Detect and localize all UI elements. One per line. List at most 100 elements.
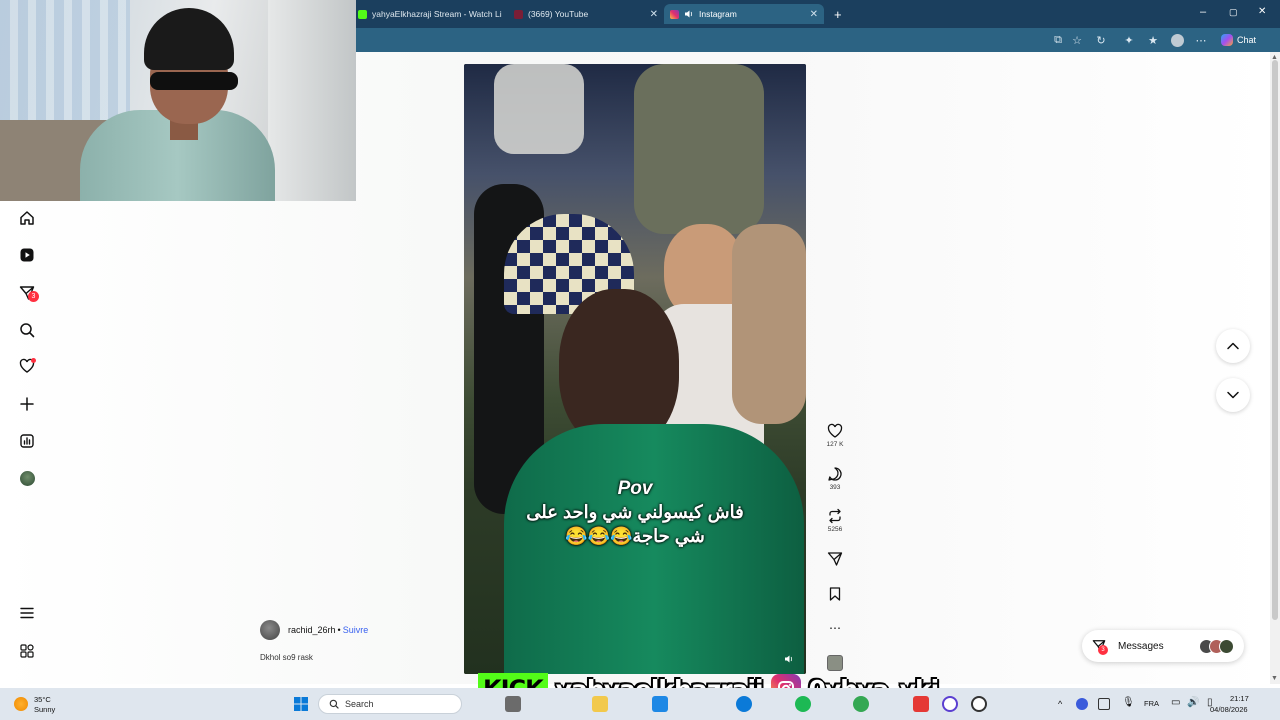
favorites-icon[interactable]: ★: [1145, 32, 1161, 48]
like-button[interactable]: 127 K: [824, 423, 846, 448]
sidebar-item-profile[interactable]: [18, 469, 36, 487]
crowd-shape: [732, 224, 806, 424]
apps-icon: [20, 644, 34, 658]
reel-video[interactable]: Pov فاش كيسولني شي واحد على شي حاجة😂😂😂: [464, 64, 806, 674]
tray-app-icon[interactable]: [1076, 698, 1088, 710]
weather-sun-icon[interactable]: [14, 697, 28, 711]
spotify-icon[interactable]: [795, 696, 811, 712]
page-scrollbar[interactable]: ▲ ▼: [1270, 52, 1280, 684]
folder-icon[interactable]: [592, 696, 608, 712]
microphone-icon[interactable]: 🎙: [1122, 697, 1135, 708]
audio-thumbnail[interactable]: [824, 655, 846, 671]
home-icon: [20, 211, 34, 225]
streamer-beanie: [144, 8, 234, 70]
refresh-icon[interactable]: ↻: [1093, 32, 1109, 48]
sidebar-item-more[interactable]: [18, 604, 36, 622]
new-tab-button[interactable]: +: [828, 4, 848, 24]
clock-time[interactable]: 21:17: [1230, 694, 1249, 703]
profile-avatar: [19, 470, 35, 486]
save-button[interactable]: [824, 586, 846, 602]
comment-button[interactable]: 393: [824, 466, 846, 491]
favorite-star-icon[interactable]: ☆: [1069, 32, 1085, 48]
file-explorer-icon[interactable]: [505, 696, 521, 712]
more-options-button[interactable]: ⋯: [824, 620, 846, 636]
sidebar-item-notifications[interactable]: [18, 357, 36, 375]
chrome-icon[interactable]: [853, 696, 869, 712]
menu-icon: [20, 607, 34, 619]
volume-icon[interactable]: 🔊: [1187, 697, 1199, 708]
taskbar-search-placeholder: Search: [345, 699, 374, 709]
reel-overlay-line1: فاش كيسولني شي واحد على: [526, 502, 744, 522]
crowd-shape: [634, 64, 764, 234]
taskbar-search[interactable]: Search: [318, 694, 462, 714]
follow-button[interactable]: Suivre: [343, 625, 369, 635]
search-icon: [20, 323, 35, 338]
profile-avatar-icon[interactable]: [1169, 32, 1185, 48]
streamer-sunglasses: [150, 72, 238, 90]
instagram-favicon-icon: [670, 9, 679, 19]
weather-temperature[interactable]: 35°C: [34, 695, 51, 704]
close-tab-icon[interactable]: ✕: [810, 9, 818, 20]
messages-badge: 3: [28, 291, 39, 302]
chevron-down-icon: [1227, 391, 1239, 399]
sidebar-item-messages[interactable]: 3: [18, 284, 39, 302]
network-icon[interactable]: ▭: [1171, 697, 1180, 708]
green-robe: [504, 424, 804, 674]
repost-icon: [829, 508, 841, 524]
next-reel-button[interactable]: [1216, 378, 1250, 412]
minimize-button[interactable]: –: [1200, 6, 1206, 18]
more-dots-icon: ⋯: [829, 621, 841, 635]
sidebar-item-reels[interactable]: [18, 246, 36, 264]
door-background: [268, 0, 356, 201]
sidebar-item-search[interactable]: [18, 321, 36, 339]
tab-instagram[interactable]: Instagram ✕: [664, 4, 824, 24]
weather-description[interactable]: Sunny: [34, 705, 55, 714]
app-icon[interactable]: [913, 696, 929, 712]
messages-pill-badge: 3: [1098, 645, 1108, 655]
message-avatars: [1198, 638, 1234, 654]
like-count: 127 K: [826, 441, 844, 448]
scroll-down-arrow-icon[interactable]: ▼: [1271, 675, 1278, 682]
open-in-app-icon[interactable]: ⧉: [1050, 32, 1066, 48]
reels-icon: [20, 248, 34, 262]
windows-start-icon[interactable]: [293, 696, 309, 712]
tray-app-icon[interactable]: [1098, 698, 1110, 710]
post-author: rachid_26rh • Suivre: [260, 620, 368, 640]
close-window-button[interactable]: ✕: [1258, 6, 1266, 17]
scrollbar-thumb[interactable]: [1272, 60, 1278, 620]
app-icon[interactable]: [971, 696, 987, 712]
heart-icon: [827, 423, 843, 438]
kick-favicon-icon: [358, 9, 367, 19]
more-options-icon[interactable]: ⋯: [1193, 32, 1209, 48]
sidebar-item-home[interactable]: [18, 209, 36, 227]
sidebar-item-also-from-meta[interactable]: [18, 642, 36, 660]
tab-youtube[interactable]: (3669) YouTube ✕: [508, 4, 664, 24]
extensions-icon[interactable]: ✦: [1121, 32, 1137, 48]
speaker-icon[interactable]: [684, 9, 694, 19]
tab-kick-stream[interactable]: yahyaElkhazraji Stream - Watch Li: [352, 4, 512, 24]
messages-pill[interactable]: 3 Messages: [1082, 630, 1244, 662]
previous-reel-button[interactable]: [1216, 329, 1250, 363]
volume-icon[interactable]: [784, 654, 794, 664]
sidebar-item-create[interactable]: [18, 395, 36, 413]
repost-button[interactable]: 5256: [824, 508, 846, 533]
store-icon[interactable]: [652, 696, 668, 712]
copilot-icon: [1220, 34, 1233, 46]
reel-overlay-title: Pov: [617, 478, 653, 499]
tray-chevron-icon[interactable]: ^: [1058, 699, 1062, 709]
share-button[interactable]: [824, 551, 846, 567]
sidebar-item-dashboard[interactable]: [18, 432, 36, 450]
edge-icon[interactable]: [736, 696, 752, 712]
post-caption: Dkhol so9 rask: [260, 653, 313, 662]
author-username[interactable]: rachid_26rh: [288, 625, 336, 635]
tab-title: yahyaElkhazraji Stream - Watch Li: [372, 9, 502, 19]
app-icon[interactable]: [942, 696, 958, 712]
input-language[interactable]: FRA: [1144, 699, 1159, 708]
author-avatar[interactable]: [260, 620, 280, 640]
reel-overlay-line2: شي حاجة😂😂😂: [565, 526, 705, 546]
clock-date[interactable]: 04/08/2026: [1210, 705, 1248, 714]
copilot-chat-button[interactable]: Chat: [1220, 32, 1256, 48]
chevron-up-icon: [1227, 342, 1239, 350]
maximize-button[interactable]: ▢: [1229, 7, 1238, 18]
close-tab-icon[interactable]: ✕: [650, 9, 658, 20]
